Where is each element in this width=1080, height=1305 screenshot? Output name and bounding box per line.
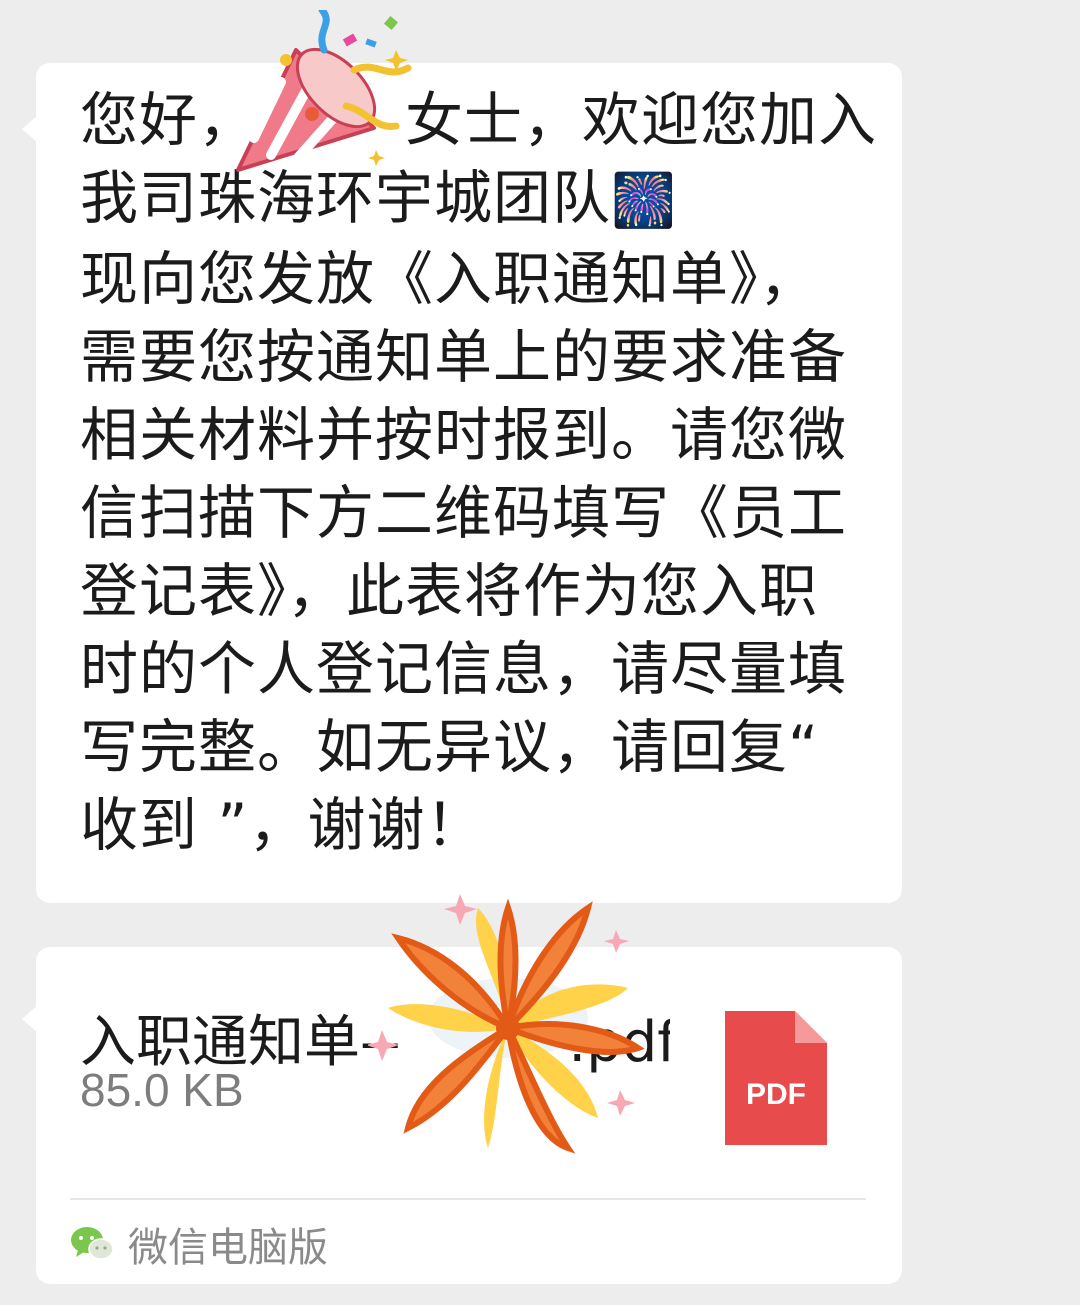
message-line: 时的个人登记信息，请尽量填 — [80, 635, 848, 703]
source-label: 微信电脑版 — [128, 1225, 328, 1271]
file-size: 85.0 KB — [80, 1064, 244, 1116]
message-line: 写完整。如无异议，请回复“ — [80, 713, 820, 781]
party-popper-sticker — [236, 10, 412, 172]
bubble-tail — [22, 115, 38, 143]
message-line: 信扫描下方二维码填写《员工 — [80, 479, 848, 547]
message-line: 登记表》，此表将作为您入职 — [80, 557, 819, 625]
pdf-icon-label: PDF — [746, 1078, 806, 1111]
message-line: 现向您发放《入职通知单》， — [80, 245, 819, 313]
pdf-file-icon: PDF — [725, 1011, 827, 1145]
bubble-tail — [22, 1005, 38, 1033]
fireworks-emoji: 🎆 — [611, 171, 677, 231]
wechat-icon — [71, 1227, 114, 1260]
message-bubble[interactable]: 您好， 女士，欢迎您加入 我司珠海环宇城团队🎆 现向您发放《入职通知单》， 需要… — [22, 63, 902, 903]
message-line: 相关材料并按时报到。请您微 — [80, 401, 848, 469]
message-line: 您好， 女士，欢迎您加入 — [80, 86, 878, 154]
message-line: 需要您按通知单上的要求准备 — [80, 323, 848, 391]
message-line: 收到 ”，谢谢！ — [80, 791, 485, 859]
message-text: 您好， 女士，欢迎您加入 我司珠海环宇城团队🎆 现向您发放《入职通知单》， 需要… — [80, 81, 878, 864]
message-line: 我司珠海环宇城团队🎆 — [80, 164, 677, 232]
source-row: 微信电脑版 — [70, 1219, 328, 1271]
divider — [70, 1198, 866, 1200]
firework-sticker — [368, 894, 645, 1154]
